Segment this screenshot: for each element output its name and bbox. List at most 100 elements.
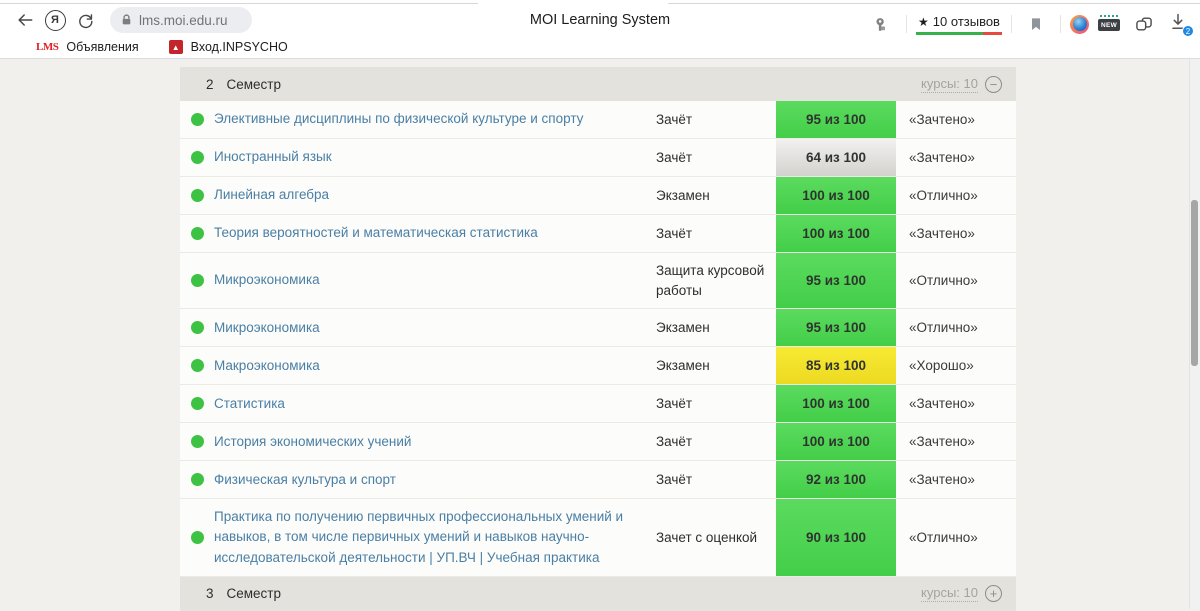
expand-section-button[interactable]: + xyxy=(985,585,1002,602)
course-cell: Линейная алгебра xyxy=(214,177,656,213)
course-link[interactable]: История экономических учений xyxy=(214,434,411,449)
table-row: Микроэкономика Экзамен 95 из 100 «Отличн… xyxy=(180,309,1016,347)
score-badge: 85 из 100 xyxy=(776,347,896,384)
course-cell: Физическая культура и спорт xyxy=(214,462,656,498)
assessment-type: Экзамен xyxy=(656,310,776,346)
status-dot-cell xyxy=(180,435,214,448)
score-value: 90 из 100 xyxy=(806,530,866,545)
green-status-dot-icon xyxy=(191,274,204,287)
score-badge: 90 из 100 xyxy=(776,499,896,576)
password-manager-button[interactable] xyxy=(867,10,897,38)
assessment-type: Зачёт xyxy=(656,462,776,498)
rating-bar-negative xyxy=(983,32,1002,35)
semester-number: 2 xyxy=(206,77,214,92)
browser-chrome: Я lms.moi.edu.ru MOI Learning System ★10… xyxy=(0,0,1200,36)
assessment-type: Зачёт xyxy=(656,102,776,138)
bookmark-item-inpsycho[interactable]: ▲ Вход.INPSYCHO xyxy=(169,40,288,54)
courses-count-link[interactable]: курсы: 10 xyxy=(921,585,978,602)
status-dot-cell xyxy=(180,473,214,486)
extension-cards-button[interactable] xyxy=(1129,10,1159,38)
score-badge: 100 из 100 xyxy=(776,423,896,460)
course-cell: Иностранный язык xyxy=(214,139,656,175)
address-bar[interactable]: lms.moi.edu.ru xyxy=(110,7,252,33)
course-cell: Элективные дисциплины по физической куль… xyxy=(214,101,656,137)
grade-text: «Отлично» xyxy=(896,320,1016,335)
course-cell: Микроэкономика xyxy=(214,310,656,346)
course-link[interactable]: Иностранный язык xyxy=(214,149,332,164)
assessment-type: Экзамен xyxy=(656,178,776,214)
score-badge: 100 из 100 xyxy=(776,177,896,214)
status-dot-cell xyxy=(180,397,214,410)
score-value: 100 из 100 xyxy=(802,226,870,241)
yandex-home-button[interactable]: Я xyxy=(40,6,70,34)
course-cell: Теория вероятностей и математическая ста… xyxy=(214,215,656,251)
grade-text: «Зачтено» xyxy=(896,472,1016,487)
back-button[interactable] xyxy=(10,6,40,34)
course-link[interactable]: Статистика xyxy=(214,396,285,411)
table-row: Статистика Зачёт 100 из 100 «Зачтено» xyxy=(180,385,1016,423)
status-dot-cell xyxy=(180,151,214,164)
score-badge: 64 из 100 xyxy=(776,139,896,176)
site-reviews[interactable]: ★10 отзывов xyxy=(916,14,1002,35)
assessment-type: Зачёт xyxy=(656,140,776,176)
score-badge: 95 из 100 xyxy=(776,101,896,138)
assessment-type: Зачёт xyxy=(656,424,776,460)
bookmark-item-announcements[interactable]: LMS Объявления xyxy=(36,40,139,54)
refresh-button[interactable] xyxy=(70,6,100,34)
course-link[interactable]: Микроэкономика xyxy=(214,272,320,287)
scrollbar-thumb[interactable] xyxy=(1191,200,1198,366)
extension-sphere-inner xyxy=(1073,17,1087,31)
score-value: 92 из 100 xyxy=(806,472,866,487)
extension-new-icon[interactable]: NEW xyxy=(1098,15,1120,33)
url-text: lms.moi.edu.ru xyxy=(139,13,228,28)
score-badge: 92 из 100 xyxy=(776,461,896,498)
course-cell: Практика по получению первичных професси… xyxy=(214,499,656,576)
extension-sphere-icon[interactable] xyxy=(1070,15,1089,34)
grade-text: «Отлично» xyxy=(896,188,1016,203)
semester-3-header: 3 Семестр курсы: 10 + xyxy=(180,577,1016,611)
grade-text: «Зачтено» xyxy=(896,226,1016,241)
green-status-dot-icon xyxy=(191,321,204,334)
green-status-dot-icon xyxy=(191,227,204,240)
score-value: 100 из 100 xyxy=(802,188,870,203)
green-status-dot-icon xyxy=(191,435,204,448)
course-link[interactable]: Элективные дисциплины по физической куль… xyxy=(214,111,583,126)
grade-text: «Хорошо» xyxy=(896,358,1016,373)
course-link[interactable]: Микроэкономика xyxy=(214,320,320,335)
green-status-dot-icon xyxy=(191,113,204,126)
green-status-dot-icon xyxy=(191,151,204,164)
table-row: Микроэкономика Защита курсовой работы 95… xyxy=(180,253,1016,309)
course-link[interactable]: Теория вероятностей и математическая ста… xyxy=(214,225,538,240)
table-row: Практика по получению первичных професси… xyxy=(180,499,1016,577)
downloads-button[interactable]: 2 xyxy=(1168,11,1192,37)
course-cell: Статистика xyxy=(214,386,656,422)
table-row: Линейная алгебра Экзамен 100 из 100 «Отл… xyxy=(180,177,1016,215)
collapse-section-button[interactable]: − xyxy=(985,76,1002,93)
grade-text: «Зачтено» xyxy=(896,150,1016,165)
table-row: Макроэкономика Экзамен 85 из 100 «Хорошо… xyxy=(180,347,1016,385)
courses-count-link[interactable]: курсы: 10 xyxy=(921,76,978,93)
green-status-dot-icon xyxy=(191,189,204,202)
course-link[interactable]: Линейная алгебра xyxy=(214,187,329,202)
divider xyxy=(1060,15,1061,33)
star-icon: ★ xyxy=(918,15,929,29)
score-badge: 100 из 100 xyxy=(776,385,896,422)
course-link[interactable]: Макроэкономика xyxy=(214,358,320,373)
course-cell: Микроэкономика xyxy=(214,262,656,298)
divider xyxy=(906,15,907,33)
score-value: 100 из 100 xyxy=(802,396,870,411)
semester-title: Семестр xyxy=(227,586,282,601)
status-dot-cell xyxy=(180,359,214,372)
refresh-icon xyxy=(76,11,95,30)
course-link[interactable]: Физическая культура и спорт xyxy=(214,472,396,487)
green-status-dot-icon xyxy=(191,359,204,372)
grade-text: «Зачтено» xyxy=(896,434,1016,449)
assessment-type: Зачет с оценкой xyxy=(656,520,776,556)
bookmark-button[interactable] xyxy=(1021,10,1051,38)
course-link[interactable]: Практика по получению первичных професси… xyxy=(214,509,623,565)
score-badge: 95 из 100 xyxy=(776,253,896,308)
divider xyxy=(1011,15,1012,33)
green-status-dot-icon xyxy=(191,531,204,544)
status-dot-cell xyxy=(180,227,214,240)
table-row: Иностранный язык Зачёт 64 из 100 «Зачтен… xyxy=(180,139,1016,177)
